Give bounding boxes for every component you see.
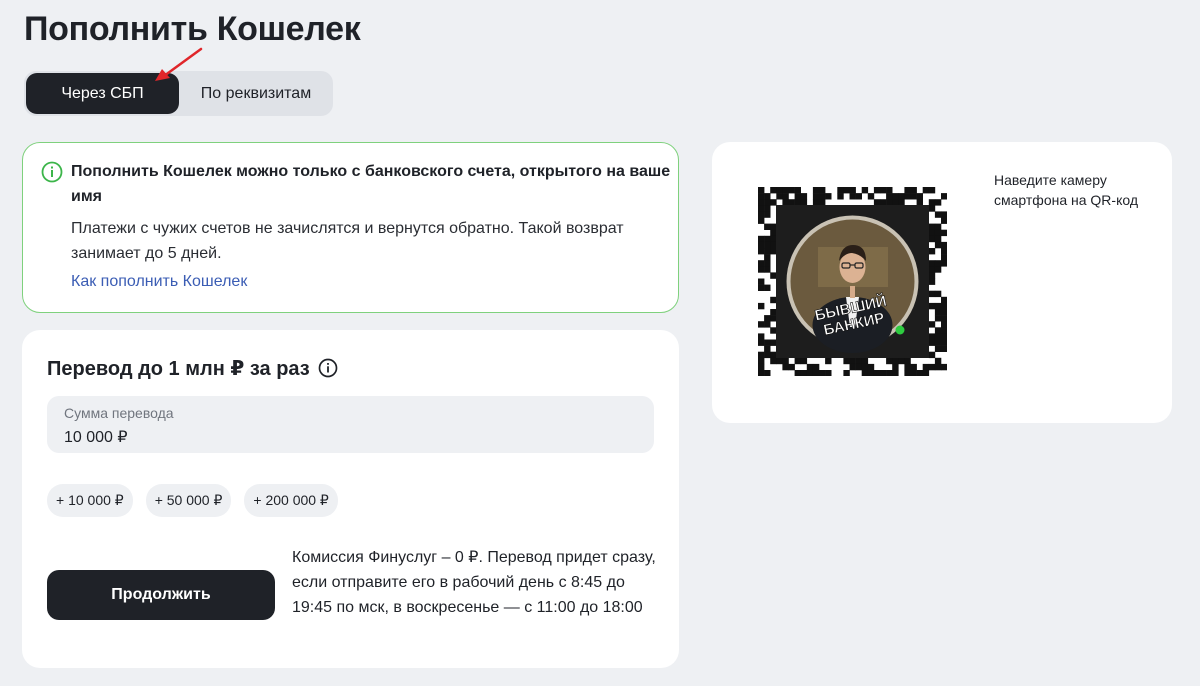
transfer-title: Перевод до 1 млн ₽ за раз: [47, 358, 310, 380]
commission-text: Комиссия Финуслуг – 0 ₽. Перевод придет …: [292, 549, 656, 616]
chip-add-200000[interactable]: + 200 000 ₽: [244, 484, 338, 517]
online-dot-icon: [895, 325, 905, 335]
info-icon: [41, 161, 63, 183]
annotation-arrow: [155, 47, 203, 81]
info-icon[interactable]: [318, 358, 338, 378]
how-to-topup-link[interactable]: Как пополнить Кошелек: [71, 273, 247, 291]
amount-value[interactable]: 10 000 ₽: [64, 427, 128, 447]
continue-button[interactable]: Продолжить: [47, 570, 275, 620]
notice-text: Платежи с чужих счетов не зачислятся и в…: [71, 220, 624, 262]
quick-amount-chips: + 10 000 ₽ + 50 000 ₽ + 200 000 ₽: [47, 484, 338, 517]
amount-label: Сумма перевода: [64, 405, 174, 421]
qr-code: БЫВШИЙ БАНКИР: [758, 187, 948, 377]
chip-add-10000[interactable]: + 10 000 ₽: [47, 484, 133, 517]
page-title: Пополнить Кошелек: [24, 10, 361, 48]
chip-add-50000[interactable]: + 50 000 ₽: [145, 484, 232, 517]
notice-box: Пополнить Кошелек можно только с банковс…: [22, 142, 679, 313]
qr-hint: Наведите камеру смартфона на QR-код: [994, 172, 1139, 208]
qr-card: БЫВШИЙ БАНКИР Наведите камеру смартфона …: [712, 142, 1172, 423]
amount-input[interactable]: Сумма перевода 10 000 ₽: [47, 396, 654, 453]
transfer-card: Перевод до 1 млн ₽ за раз Сумма перевода…: [22, 330, 679, 668]
notice-title: Пополнить Кошелек можно только с банковс…: [71, 163, 671, 205]
